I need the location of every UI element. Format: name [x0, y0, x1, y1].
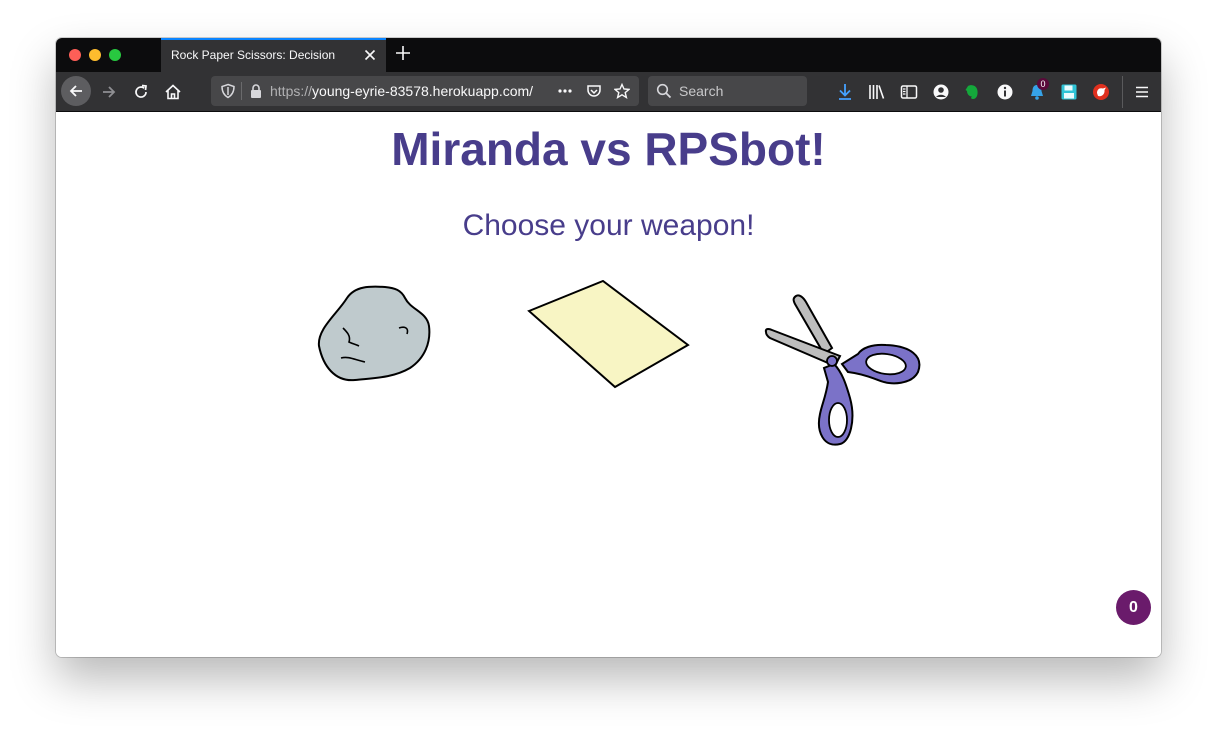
home-button[interactable]: [159, 78, 187, 106]
info-icon[interactable]: [996, 83, 1014, 101]
page-content: Miranda vs RPSbot! Choose your weapon! 0: [56, 112, 1161, 657]
save-floppy-icon[interactable]: [1060, 83, 1078, 101]
library-icon[interactable]: [868, 83, 886, 101]
close-window-button[interactable]: [69, 49, 81, 61]
floating-score-badge[interactable]: 0: [1116, 590, 1151, 625]
reload-icon: [135, 84, 147, 98]
search-placeholder: Search: [679, 83, 724, 99]
tab-strip: Rock Paper Scissors: Decision: [56, 38, 1161, 72]
rock-weapon-button[interactable]: [315, 284, 435, 384]
rock-icon: [317, 285, 431, 382]
sidebar-icon[interactable]: [900, 83, 918, 101]
red-bird-extension-icon[interactable]: [1092, 83, 1110, 101]
tab-title: Rock Paper Scissors: Decision: [171, 48, 336, 62]
url-host: young-eyrie-83578.herokuapp.com/: [312, 83, 534, 99]
scissors-icon: [764, 294, 921, 446]
back-arrow-icon: [69, 85, 82, 97]
account-icon[interactable]: [932, 83, 950, 101]
home-icon: [165, 84, 181, 100]
url-protocol: https://: [270, 83, 313, 99]
lock-icon[interactable]: [248, 83, 264, 99]
search-icon: [656, 83, 672, 99]
forward-button[interactable]: [95, 78, 123, 106]
notifications-extension[interactable]: 0: [1028, 78, 1050, 103]
tracking-protection-shield-icon[interactable]: [220, 83, 236, 99]
scissors-weapon-button[interactable]: [762, 294, 922, 448]
paper-icon: [527, 280, 690, 389]
forward-arrow-icon: [103, 86, 116, 98]
search-bar[interactable]: Search: [648, 76, 807, 106]
page-title: Miranda vs RPSbot!: [391, 123, 826, 175]
pocket-icon[interactable]: [586, 83, 602, 99]
downloads-icon[interactable]: [836, 83, 854, 101]
page-actions-icon[interactable]: [557, 83, 573, 99]
toolbar-separator: [1122, 76, 1123, 108]
close-tab-icon[interactable]: [364, 49, 376, 61]
url-divider: [241, 82, 242, 100]
evernote-icon[interactable]: [963, 83, 981, 101]
reload-button[interactable]: [127, 78, 155, 106]
bookmark-star-icon[interactable]: [614, 83, 630, 99]
minimize-window-button[interactable]: [89, 49, 101, 61]
navigation-toolbar: https://young-eyrie-83578.herokuapp.com/…: [56, 72, 1161, 112]
hamburger-menu-icon[interactable]: [1133, 83, 1151, 101]
notification-count-badge: 0: [1037, 78, 1049, 90]
new-tab-icon[interactable]: [396, 46, 410, 60]
page-subtitle: Choose your weapon!: [462, 209, 755, 242]
paper-weapon-button[interactable]: [526, 280, 691, 392]
tab-active[interactable]: Rock Paper Scissors: Decision: [161, 38, 386, 72]
url-text[interactable]: https://young-eyrie-83578.herokuapp.com/: [270, 83, 546, 99]
browser-window: Rock Paper Scissors: Decision https://yo…: [56, 38, 1161, 657]
back-button[interactable]: [61, 76, 91, 106]
url-bar[interactable]: https://young-eyrie-83578.herokuapp.com/: [211, 76, 639, 106]
zoom-window-button[interactable]: [109, 49, 121, 61]
